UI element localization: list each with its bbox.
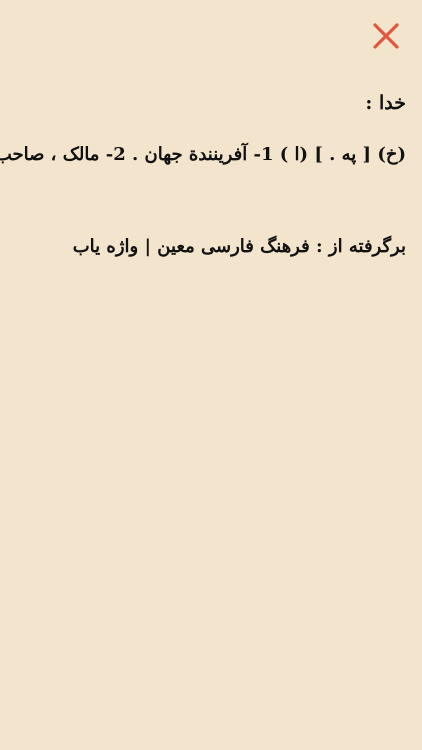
close-button[interactable] — [372, 22, 400, 50]
definition-panel: خدا : (خ) [ په . ] (ا ) 1- آفرینندة جهان… — [0, 88, 406, 262]
definition-text: (خ) [ په . ] (ا ) 1- آفرینندة جهان . 2- … — [0, 144, 406, 165]
source-attribution: برگرفته از : فرهنگ فارسی معین | واژه یاب — [72, 236, 406, 257]
close-icon — [373, 23, 399, 49]
word-title: خدا : — [365, 92, 406, 114]
